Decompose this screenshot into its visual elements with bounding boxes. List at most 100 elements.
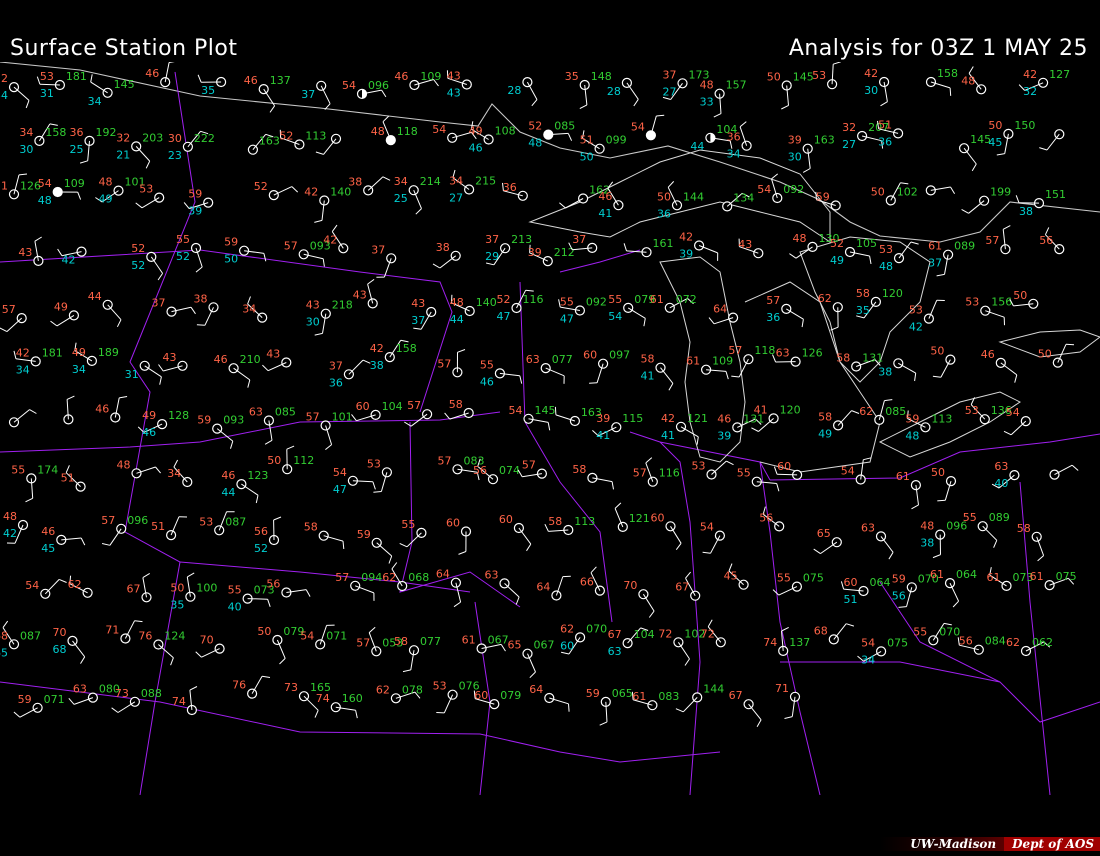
station-pressure: 112 [293,454,314,467]
station-pressure: 181 [66,70,87,83]
station-temperature: 55 [737,467,751,480]
station-temperature: 32 [116,131,130,144]
station-temperature: 54 [757,183,771,196]
station-temperature: 53 [965,404,979,417]
station-temperature: 48 [793,232,807,245]
station-temperature: 62 [560,622,574,635]
station-temperature: 48 [961,74,975,87]
station-pressure: 163 [814,134,835,147]
station-temperature: 62 [382,571,396,584]
station-pressure: 163 [259,135,280,148]
station-temperature: 48 [117,458,131,471]
station-temperature: 55 [963,511,977,524]
station-temperature: 61 [1030,570,1044,583]
station-temperature: 54 [333,466,347,479]
station-pressure: 137 [270,74,291,87]
station-pressure: 075 [1056,570,1077,583]
station-dewpoint: 43 [447,87,461,100]
station-dewpoint: 27 [663,85,677,98]
station-pressure: 145 [535,404,556,417]
station-pressure: 075 [803,572,824,585]
station-temperature: 62 [1006,636,1020,649]
station-temperature: 76 [138,630,152,643]
station-temperature: 50 [930,345,944,358]
station-temperature: 64 [536,581,550,594]
station-pressure: 096 [127,514,148,527]
station-temperature: 44 [88,290,102,303]
station-temperature: 53 [692,460,706,473]
station-pressure: 113 [931,412,952,425]
station-temperature: 74 [172,695,186,708]
station-pressure: 156 [991,296,1012,309]
station-pressure: 097 [609,349,630,362]
station-temperature: 66 [580,576,594,589]
station-temperature: 58 [394,635,408,648]
station-temperature: 58 [548,515,562,528]
station-pressure: 157 [726,79,747,92]
station-dewpoint: 41 [661,429,675,442]
station-dewpoint: 23 [168,149,182,162]
station-temperature: 48 [3,510,17,523]
station-dewpoint: 35 [856,304,870,317]
station-temperature: 68 [814,624,828,637]
station-temperature: 58 [641,353,655,366]
sky-cover-circle [976,84,987,95]
station-temperature: 36 [727,131,741,144]
station-dewpoint: 50 [580,151,594,164]
station-dewpoint: 48 [905,429,919,442]
station-pressure: 092 [783,183,804,196]
station-pressure: 065 [612,687,633,700]
footer: UW-Madison Dept of AOS [0,795,1100,856]
station-temperature: 46 [244,74,258,87]
station-temperature: 72 [658,627,672,640]
credit-department: Dept of AOS [1004,837,1100,851]
station-pressure: 096 [368,79,389,92]
station-temperature: 46 [221,469,235,482]
station-temperature: 53 [965,296,979,309]
wind-barb [777,473,798,476]
station-pressure: 115 [622,412,643,425]
station-temperature: 32 [842,121,856,134]
station-temperature: 53 [433,680,447,693]
station-temperature: 43 [163,351,177,364]
station-temperature: 55 [560,296,574,309]
station-dewpoint: 38 [920,537,934,550]
station-pressure: 064 [956,568,977,581]
station-temperature: 71 [105,624,119,637]
station-pressure: 062 [1032,636,1053,649]
station-temperature: 52 [254,180,268,193]
station-pressure: 144 [683,190,704,203]
station-temperature: 43 [306,299,320,312]
station-pressure: 214 [420,175,441,188]
station-temperature: 61 [987,571,1001,584]
station-temperature: 53 [812,69,826,82]
station-temperature: 67 [729,689,743,702]
station-temperature: 62 [376,683,390,696]
station-pressure: 074 [499,464,520,477]
station-dewpoint: 65 [0,646,8,659]
station-temperature: 53 [367,457,381,470]
station-dewpoint: 42 [62,254,76,267]
station-dewpoint: 39 [717,429,731,442]
station-temperature: 67 [608,628,622,641]
station-pressure: 128 [168,409,189,422]
station-temperature: 58 [836,352,850,365]
station-pressure: 085 [885,405,906,418]
station-temperature: 64 [713,303,727,316]
station-pressure: 118 [397,125,418,138]
station-dewpoint: 68 [53,643,67,656]
sky-cover-circle [385,134,396,146]
station-temperature: 60 [499,513,513,526]
station-temperature: 58 [304,521,318,534]
station-temperature: 68 [0,629,8,642]
station-dewpoint: 39 [679,248,693,261]
station-dewpoint: 28 [607,85,621,98]
station-dewpoint: 36 [766,311,780,324]
station-temperature: 73 [284,681,298,694]
station-temperature: 39 [788,134,802,147]
station-temperature: 73 [115,687,129,700]
plot-title: Surface Station Plot [10,36,238,61]
station-temperature: 53 [139,183,153,196]
station-temperature: 54 [1006,406,1020,419]
station-temperature: 54 [700,521,714,534]
